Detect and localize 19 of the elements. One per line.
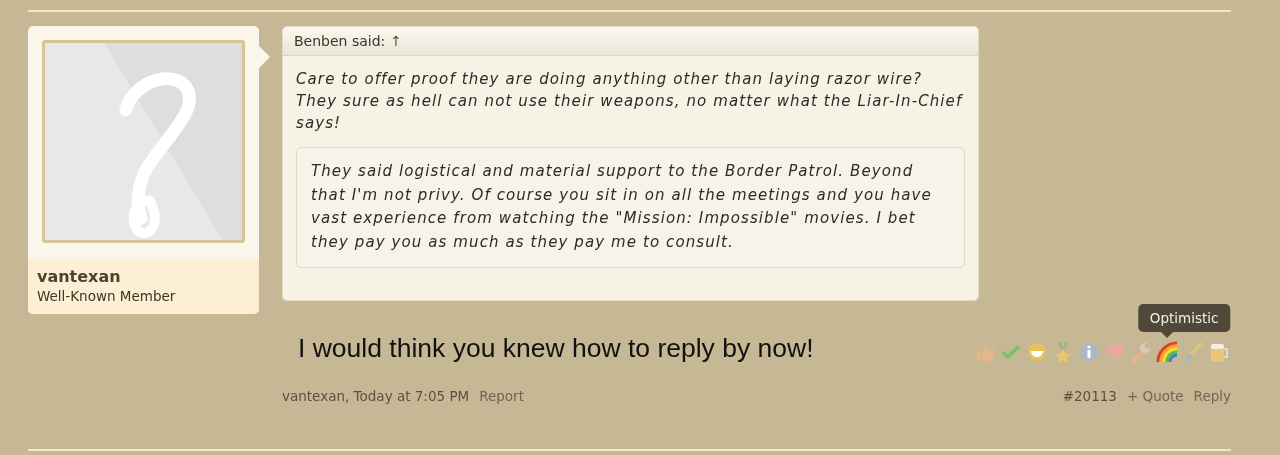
quote-source-link[interactable]: ↑ — [390, 33, 402, 49]
wrench-icon — [1129, 340, 1152, 363]
report-link[interactable]: Report — [479, 388, 524, 404]
quote-link[interactable]: + Quote — [1126, 388, 1184, 404]
user-title: Well-Known Member — [37, 288, 177, 304]
username[interactable]: vantexan — [37, 267, 250, 286]
quoted-text: Care to offer proof they are doing anything other than laying razor wire? They sure as hell can not use their weapons, no matter what the Liar-In-Chief says! — [296, 69, 964, 134]
quote-attribution: Benben said: — [294, 33, 386, 49]
smiley-icon — [1025, 340, 1048, 363]
info-icon — [1077, 340, 1100, 363]
rainbow-icon — [1155, 340, 1178, 363]
post-byline: vantexan, Today at 7:05 PM — [282, 388, 470, 404]
reply-link[interactable]: Reply — [1193, 388, 1231, 404]
reply-text: They said logistical and material support to the Border Patrol. Beyond that I'm not privy. Of course you sit in on all the meetings and you have vast experience from watching the "Mission: Impossible" movies. I bet they pay you as much as they pay me to consult. — [296, 147, 965, 268]
tooltip-pointer — [1160, 332, 1173, 338]
post-number-link[interactable]: #20113 — [1062, 388, 1117, 404]
avatar-placeholder-icon — [42, 40, 245, 243]
message-text: I would think you knew how to reply by now! — [297, 333, 814, 364]
rating-tooltip: Optimistic — [1137, 304, 1231, 332]
